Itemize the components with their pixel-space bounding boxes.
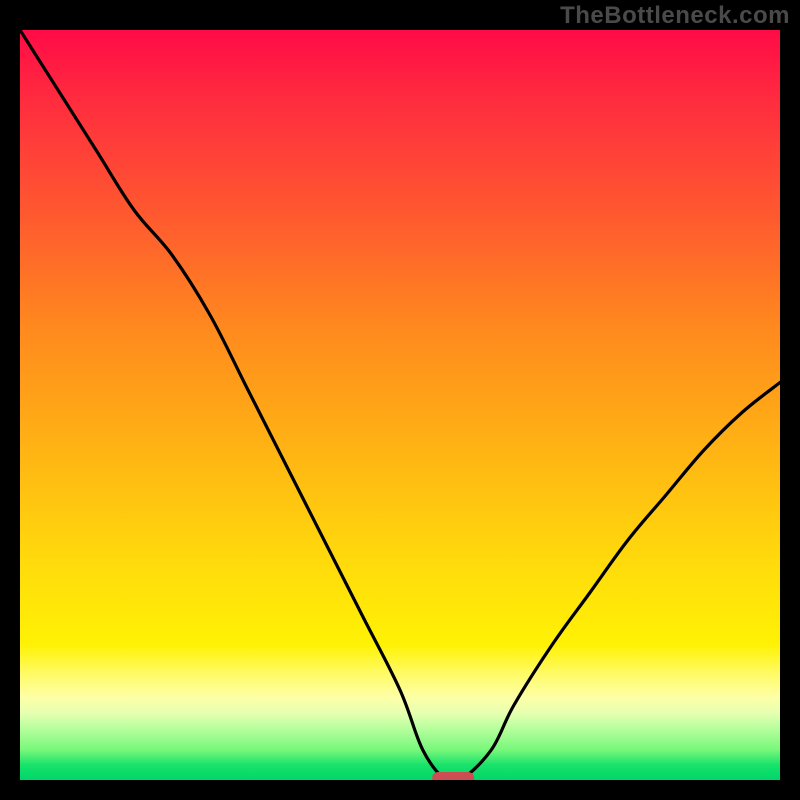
chart-svg [20,30,780,780]
plot-area [20,30,780,780]
optimum-marker [432,772,474,780]
curve-path [20,30,780,780]
watermark-text: TheBottleneck.com [560,2,790,30]
chart-frame: TheBottleneck.com [0,0,800,800]
